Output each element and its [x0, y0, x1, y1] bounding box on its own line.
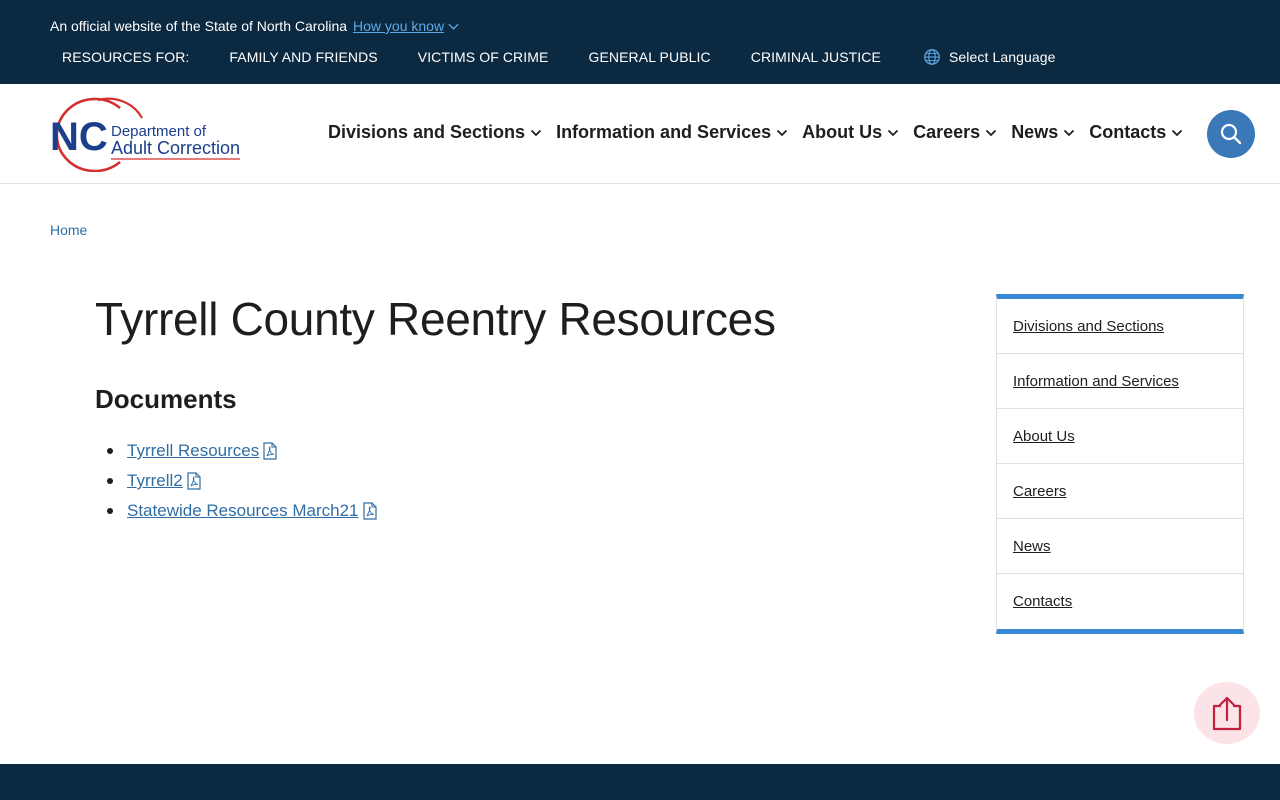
sidebar-item-label: Careers [1013, 482, 1067, 500]
documents-heading: Documents [95, 384, 237, 414]
chevron-down-icon [1064, 129, 1075, 136]
nav-careers[interactable]: Careers [913, 122, 997, 143]
chevron-down-icon [530, 129, 542, 136]
sidebar-item-news[interactable]: News [997, 519, 1243, 574]
sidebar-item-label: Divisions and Sections [1013, 317, 1164, 335]
chevron-down-icon [776, 129, 788, 136]
chevron-down-icon [1172, 129, 1183, 136]
list-item: Tyrrell2 [107, 466, 377, 496]
pdf-icon [263, 442, 277, 460]
arrow-up-icon [1212, 696, 1242, 731]
list-item: Statewide Resources March21 [107, 496, 377, 526]
select-language-label: Select Language [948, 49, 1056, 65]
resources-for-label: RESOURCES FOR: [62, 49, 190, 65]
breadcrumb: Home [50, 222, 87, 238]
site-logo[interactable]: NC Department of Adult Correction [50, 96, 245, 173]
nav-divisions-and-sections[interactable]: Divisions and Sections [328, 122, 542, 143]
nav-news[interactable]: News [1011, 122, 1075, 143]
resource-general-public[interactable]: GENERAL PUBLIC [588, 49, 710, 65]
sidebar-item-label: Information and Services [1013, 372, 1179, 390]
sidebar-nav: Divisions and Sections Information and S… [996, 294, 1244, 634]
nav-label: Information and Services [556, 122, 772, 142]
nav-information-and-services[interactable]: Information and Services [556, 122, 788, 143]
document-link-tyrrell-resources[interactable]: Tyrrell Resources [127, 441, 259, 461]
official-banner: An official website of the State of Nort… [0, 0, 1280, 84]
list-item: Tyrrell Resources [107, 436, 377, 466]
sidebar-item-information-and-services[interactable]: Information and Services [997, 354, 1243, 409]
official-site-text: An official website of the State of Nort… [50, 18, 348, 34]
chevron-down-icon [448, 23, 459, 30]
nav-about-us[interactable]: About Us [802, 122, 899, 143]
sidebar-item-careers[interactable]: Careers [997, 464, 1243, 519]
nav-label: Careers [913, 122, 981, 142]
ncdac-logo-icon: NC Department of Adult Correction [50, 97, 240, 173]
nav-label: About Us [802, 122, 883, 142]
pdf-icon [362, 502, 377, 520]
sidebar-item-label: About Us [1013, 427, 1075, 445]
resource-family-and-friends[interactable]: FAMILY AND FRIENDS [229, 49, 377, 65]
how-you-know-link[interactable]: How you know [353, 18, 460, 34]
chevron-down-icon [887, 129, 899, 136]
document-link-statewide-resources[interactable]: Statewide Resources March21 [127, 501, 359, 521]
documents-list: Tyrrell Resources Tyrrell2 Statewide Res… [107, 436, 377, 526]
main-nav: Divisions and Sections Information and S… [328, 122, 1197, 143]
globe-icon [924, 49, 940, 65]
logo-initials: NC [50, 115, 108, 159]
site-footer [0, 764, 1280, 800]
logo-line2: Adult Correction [111, 138, 240, 158]
official-site-notice: An official website of the State of Nort… [50, 18, 460, 34]
resource-victims-of-crime[interactable]: VICTIMS OF CRIME [418, 49, 549, 65]
page-title: Tyrrell County Reentry Resources [95, 293, 776, 345]
breadcrumb-home-link[interactable]: Home [50, 222, 87, 238]
resource-criminal-justice[interactable]: CRIMINAL JUSTICE [751, 49, 881, 65]
sidebar-item-about-us[interactable]: About Us [997, 409, 1243, 464]
site-header: NC Department of Adult Correction Divisi… [0, 84, 1280, 184]
nav-label: Contacts [1089, 122, 1167, 142]
resources-for-bar: RESOURCES FOR: FAMILY AND FRIENDS VICTIM… [62, 48, 1056, 66]
sidebar-item-label: Contacts [1013, 593, 1073, 610]
back-to-top-button[interactable] [1194, 682, 1260, 744]
sidebar-item-contacts[interactable]: Contacts [997, 574, 1243, 629]
chevron-down-icon [986, 129, 997, 136]
nav-contacts[interactable]: Contacts [1089, 122, 1183, 143]
nav-label: News [1011, 122, 1059, 142]
document-link-tyrrell2[interactable]: Tyrrell2 [127, 471, 183, 491]
pdf-icon [187, 472, 201, 490]
search-button[interactable] [1207, 110, 1255, 158]
search-icon [1220, 123, 1242, 145]
sidebar-item-divisions-and-sections[interactable]: Divisions and Sections [997, 299, 1243, 354]
nav-label: Divisions and Sections [328, 122, 526, 142]
sidebar-item-label: News [1013, 537, 1051, 555]
select-language-button[interactable]: Select Language [923, 48, 1056, 66]
how-you-know-label: How you know [353, 18, 445, 34]
